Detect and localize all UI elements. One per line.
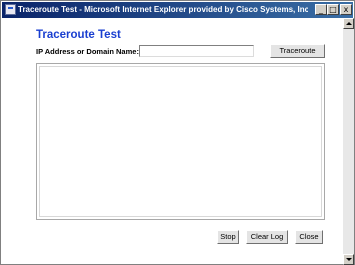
stop-button[interactable]: Stop — [217, 230, 239, 244]
internet-explorer-icon — [5, 4, 16, 15]
log-content — [39, 66, 322, 217]
traceroute-button[interactable]: Traceroute — [270, 44, 325, 58]
close-button[interactable]: Close — [295, 230, 323, 244]
minimize-button[interactable]: _ — [315, 4, 327, 15]
scroll-down-arrow-icon[interactable] — [343, 254, 354, 265]
traceroute-log[interactable] — [36, 63, 325, 220]
ip-address-label: IP Address or Domain Name: — [36, 47, 139, 56]
title-bar[interactable]: Traceroute Test - Microsoft Internet Exp… — [2, 2, 353, 18]
ip-address-input[interactable] — [139, 45, 254, 57]
close-window-button[interactable]: x — [340, 4, 352, 15]
maximize-button[interactable]: □ — [327, 4, 339, 15]
vertical-scrollbar[interactable] — [343, 18, 354, 265]
scroll-up-arrow-icon[interactable] — [343, 18, 354, 29]
browser-window: Traceroute Test - Microsoft Internet Exp… — [0, 0, 355, 265]
window-title: Traceroute Test - Microsoft Internet Exp… — [18, 5, 308, 14]
page-title: Traceroute Test — [36, 29, 121, 41]
clear-log-button[interactable]: Clear Log — [246, 230, 288, 244]
